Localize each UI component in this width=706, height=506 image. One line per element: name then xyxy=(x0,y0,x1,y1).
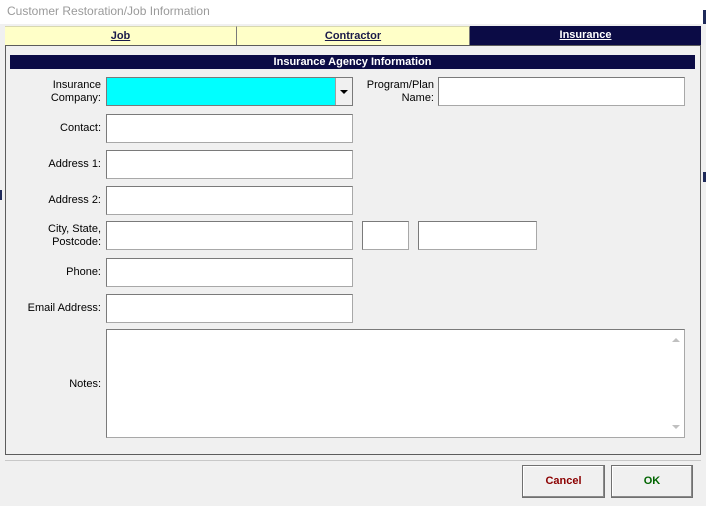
insurance-company-label-line1: Insurance xyxy=(52,79,101,91)
insurance-company-label: Insurance Company: xyxy=(20,79,101,105)
ok-button[interactable]: OK xyxy=(611,465,693,498)
phone-input[interactable] xyxy=(106,258,353,287)
program-plan-input[interactable] xyxy=(438,77,685,106)
state-input[interactable] xyxy=(362,221,409,250)
scroll-down-arrow-icon[interactable] xyxy=(672,425,680,429)
notes-textarea[interactable] xyxy=(106,329,685,438)
tab-job[interactable]: Job xyxy=(5,26,237,45)
contact-input[interactable] xyxy=(106,114,353,143)
section-header: Insurance Agency Information xyxy=(10,55,695,69)
program-plan-label: Program/Plan Name: xyxy=(355,79,434,105)
tab-job-label: Job xyxy=(110,30,131,42)
postcode-input[interactable] xyxy=(418,221,537,250)
email-label: Email Address: xyxy=(27,302,101,314)
address2-input[interactable] xyxy=(106,186,353,215)
tab-contractor-label: Contractor xyxy=(324,30,382,42)
program-plan-label-line2: Name: xyxy=(401,92,434,104)
insurance-company-select[interactable] xyxy=(106,77,353,106)
tab-strip: Job Contractor Insurance xyxy=(5,26,701,45)
city-state-postcode-label-line1: City, State, xyxy=(48,223,101,235)
chevron-down-icon[interactable] xyxy=(335,78,352,105)
address1-input[interactable] xyxy=(106,150,353,179)
cancel-button[interactable]: Cancel xyxy=(522,465,605,498)
notes-label: Notes: xyxy=(69,378,101,390)
notes-scrollbar[interactable] xyxy=(669,330,684,437)
tab-insurance-label: Insurance xyxy=(559,29,612,41)
program-plan-label-line1: Program/Plan xyxy=(366,79,434,91)
scroll-up-arrow-icon[interactable] xyxy=(672,338,680,342)
footer-divider xyxy=(5,460,701,461)
city-state-postcode-label: City, State, Postcode: xyxy=(20,223,101,249)
city-state-postcode-label-line2: Postcode: xyxy=(52,236,101,248)
address1-label: Address 1: xyxy=(48,158,101,170)
insurance-company-label-line2: Company: xyxy=(50,92,101,104)
tab-insurance[interactable]: Insurance xyxy=(470,26,701,45)
tab-contractor[interactable]: Contractor xyxy=(237,26,470,45)
address2-label: Address 2: xyxy=(48,194,101,206)
phone-label: Phone: xyxy=(66,266,101,278)
background-window-edge xyxy=(0,190,2,200)
email-input[interactable] xyxy=(106,294,353,323)
city-input[interactable] xyxy=(106,221,353,250)
title-bar: Customer Restoration/Job Information xyxy=(0,0,706,24)
window-title: Customer Restoration/Job Information xyxy=(7,4,210,18)
contact-label: Contact: xyxy=(60,122,101,134)
